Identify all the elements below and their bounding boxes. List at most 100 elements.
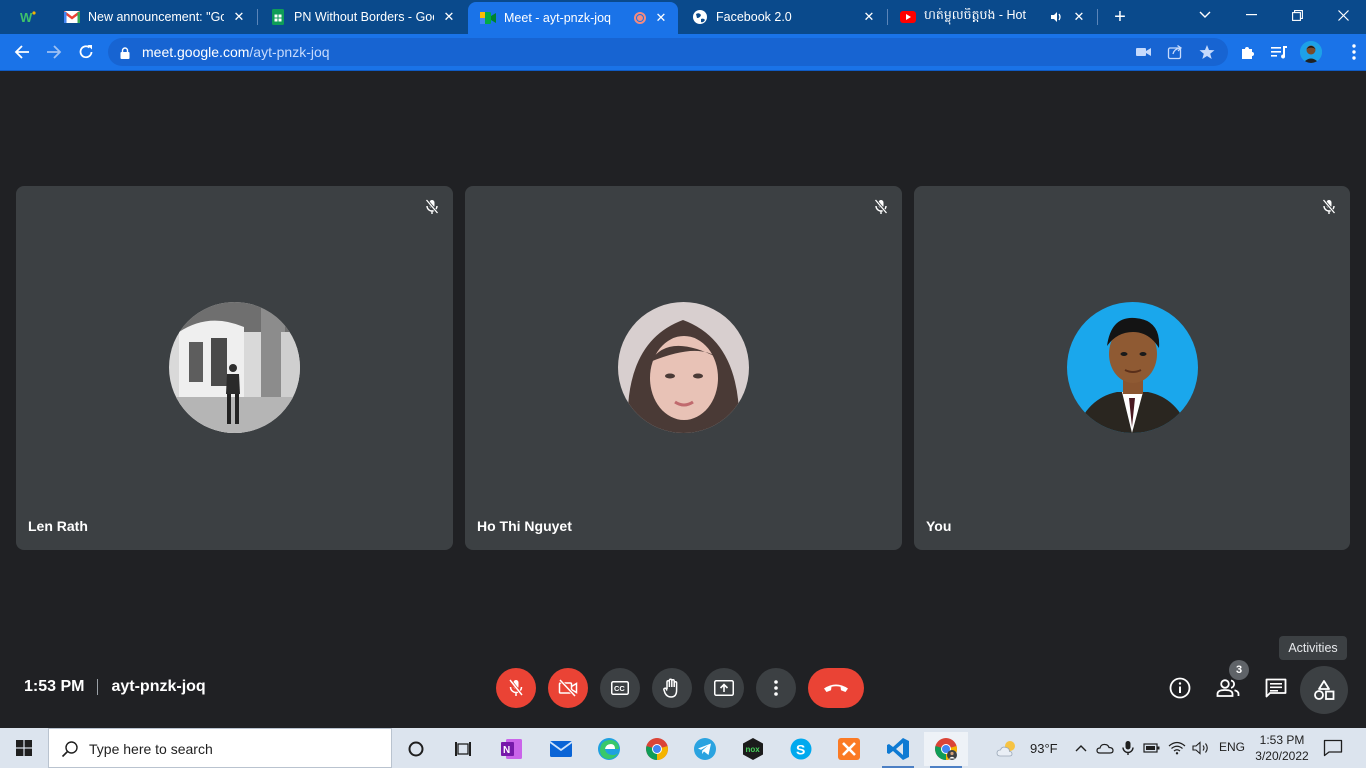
weather-widget[interactable]: 93°F — [996, 738, 1058, 758]
new-tab-button[interactable]: + — [1108, 5, 1132, 29]
tab-meet[interactable]: Meet - ayt-pnzk-joq ✕ — [468, 2, 678, 34]
windows-logo-icon — [16, 740, 32, 756]
task-view-icon[interactable] — [441, 732, 485, 766]
pinned-tab-wps[interactable]: W — [8, 0, 48, 34]
weather-temperature: 93°F — [1030, 740, 1058, 756]
present-icon — [714, 680, 734, 696]
tab-title: ហត់ម្លុលចិត្តបង - Hot — [924, 8, 1026, 22]
participant-name: You — [926, 518, 952, 534]
profile-avatar[interactable] — [1300, 41, 1322, 63]
chrome-icon[interactable] — [635, 732, 679, 766]
vscode-icon[interactable] — [876, 732, 920, 768]
mic-off-icon — [1318, 196, 1340, 218]
mic-off-icon — [421, 196, 443, 218]
taskbar-search-box[interactable]: Type here to search — [48, 728, 392, 768]
volume-icon[interactable] — [1191, 738, 1211, 758]
raise-hand-icon — [663, 678, 678, 698]
telegram-icon[interactable] — [683, 732, 727, 766]
avatar — [618, 302, 749, 433]
youtube-icon — [900, 9, 916, 25]
avatar — [169, 302, 300, 433]
microphone-icon[interactable] — [1118, 738, 1138, 758]
participant-tile[interactable]: Ho Thi Nguyet — [465, 186, 902, 550]
leave-call-button[interactable] — [808, 668, 864, 708]
tab-title: Facebook 2.0 — [716, 10, 792, 24]
taskbar-clock[interactable]: 1:53 PM 3/20/2022 — [1250, 732, 1314, 764]
chrome-menu-icon[interactable] — [1342, 40, 1366, 64]
raise-hand-button[interactable] — [652, 668, 692, 708]
clock-date: 3/20/2022 — [1255, 749, 1309, 763]
back-button[interactable] — [9, 39, 35, 65]
edge-icon[interactable] — [587, 732, 631, 766]
captions-button[interactable]: CC — [600, 668, 640, 708]
meeting-details: 1:53 PM ayt-pnzk-joq — [24, 678, 206, 696]
lock-icon[interactable] — [120, 46, 130, 64]
url-path: /ayt-pnzk-joq — [249, 44, 330, 60]
meeting-time: 1:53 PM — [24, 678, 85, 695]
search-icon — [61, 740, 79, 763]
show-hidden-icons[interactable] — [1071, 738, 1091, 758]
tab-facebook[interactable]: Facebook 2.0 ✕ — [680, 0, 886, 34]
info-icon — [1169, 677, 1191, 699]
address-bar[interactable]: meet.google.com/ayt-pnzk-joq — [108, 38, 1228, 66]
tab-youtube[interactable]: ហត់ម្លុលចិត្តបង - Hot ✕ — [888, 0, 1096, 34]
mic-toggle-button[interactable] — [496, 668, 536, 708]
participant-tile[interactable]: Len Rath — [16, 186, 453, 550]
more-options-button[interactable] — [756, 668, 796, 708]
recording-icon — [634, 12, 646, 24]
mail-icon[interactable] — [539, 732, 583, 766]
google-sheets-icon — [270, 9, 286, 25]
share-icon[interactable] — [1166, 43, 1184, 61]
notification-center-icon[interactable] — [1322, 738, 1344, 758]
forward-button[interactable] — [41, 39, 67, 65]
close-tab-icon[interactable]: ✕ — [652, 9, 670, 27]
start-button[interactable] — [0, 728, 48, 768]
input-language[interactable]: ENG — [1219, 740, 1245, 754]
tab-gmail[interactable]: New announcement: "Good ✕ — [52, 0, 256, 34]
battery-icon[interactable] — [1142, 738, 1162, 758]
weather-icon — [996, 741, 1015, 757]
onenote-icon[interactable]: N — [490, 732, 534, 766]
tab-sheets[interactable]: PN Without Borders - Goog ✕ — [258, 0, 466, 34]
tab-title: Meet - ayt-pnzk-joq — [504, 11, 611, 25]
cortana-icon[interactable] — [394, 732, 438, 766]
close-tab-icon[interactable]: ✕ — [440, 8, 458, 26]
xampp-icon[interactable] — [827, 732, 871, 766]
gmail-icon — [64, 9, 80, 25]
media-controls-icon[interactable] — [1267, 40, 1291, 64]
browser-toolbar: meet.google.com/ayt-pnzk-joq — [0, 34, 1366, 71]
present-now-button[interactable] — [704, 668, 744, 708]
svg-text:CC: CC — [614, 684, 625, 693]
bookmark-star-icon[interactable] — [1198, 43, 1216, 61]
clock-time: 1:53 PM — [1259, 733, 1305, 747]
activities-button[interactable] — [1300, 666, 1348, 714]
minimize-button[interactable] — [1228, 0, 1274, 30]
restore-button[interactable] — [1274, 0, 1320, 30]
chrome-open-icon[interactable] — [924, 732, 968, 768]
participant-tile[interactable]: You — [914, 186, 1350, 550]
wifi-icon[interactable] — [1167, 738, 1187, 758]
camera-permission-icon[interactable] — [1134, 43, 1152, 61]
reload-button[interactable] — [73, 39, 99, 65]
tab-title: New announcement: "Good — [88, 10, 224, 24]
nox-player-icon[interactable]: nox — [731, 732, 775, 766]
chat-button[interactable] — [1260, 672, 1292, 704]
meeting-code: ayt-pnzk-joq — [111, 678, 206, 695]
activities-icon — [1314, 680, 1335, 700]
speaker-icon[interactable] — [1050, 11, 1064, 23]
close-tab-icon[interactable]: ✕ — [230, 8, 248, 26]
wps-icon: W — [20, 9, 36, 25]
tab-search-icon[interactable] — [1182, 0, 1228, 30]
more-options-icon — [774, 680, 778, 696]
onedrive-icon[interactable] — [1095, 738, 1115, 758]
close-tab-icon[interactable]: ✕ — [1070, 8, 1088, 26]
extensions-icon[interactable] — [1236, 40, 1260, 64]
close-tab-icon[interactable]: ✕ — [860, 8, 878, 26]
close-window-button[interactable] — [1320, 0, 1366, 30]
meeting-details-button[interactable] — [1164, 672, 1196, 704]
skype-icon[interactable]: S — [779, 732, 823, 766]
avatar — [1067, 302, 1198, 433]
tab-divider — [1097, 9, 1098, 25]
camera-toggle-button[interactable] — [548, 668, 588, 708]
svg-text:nox: nox — [746, 745, 761, 754]
